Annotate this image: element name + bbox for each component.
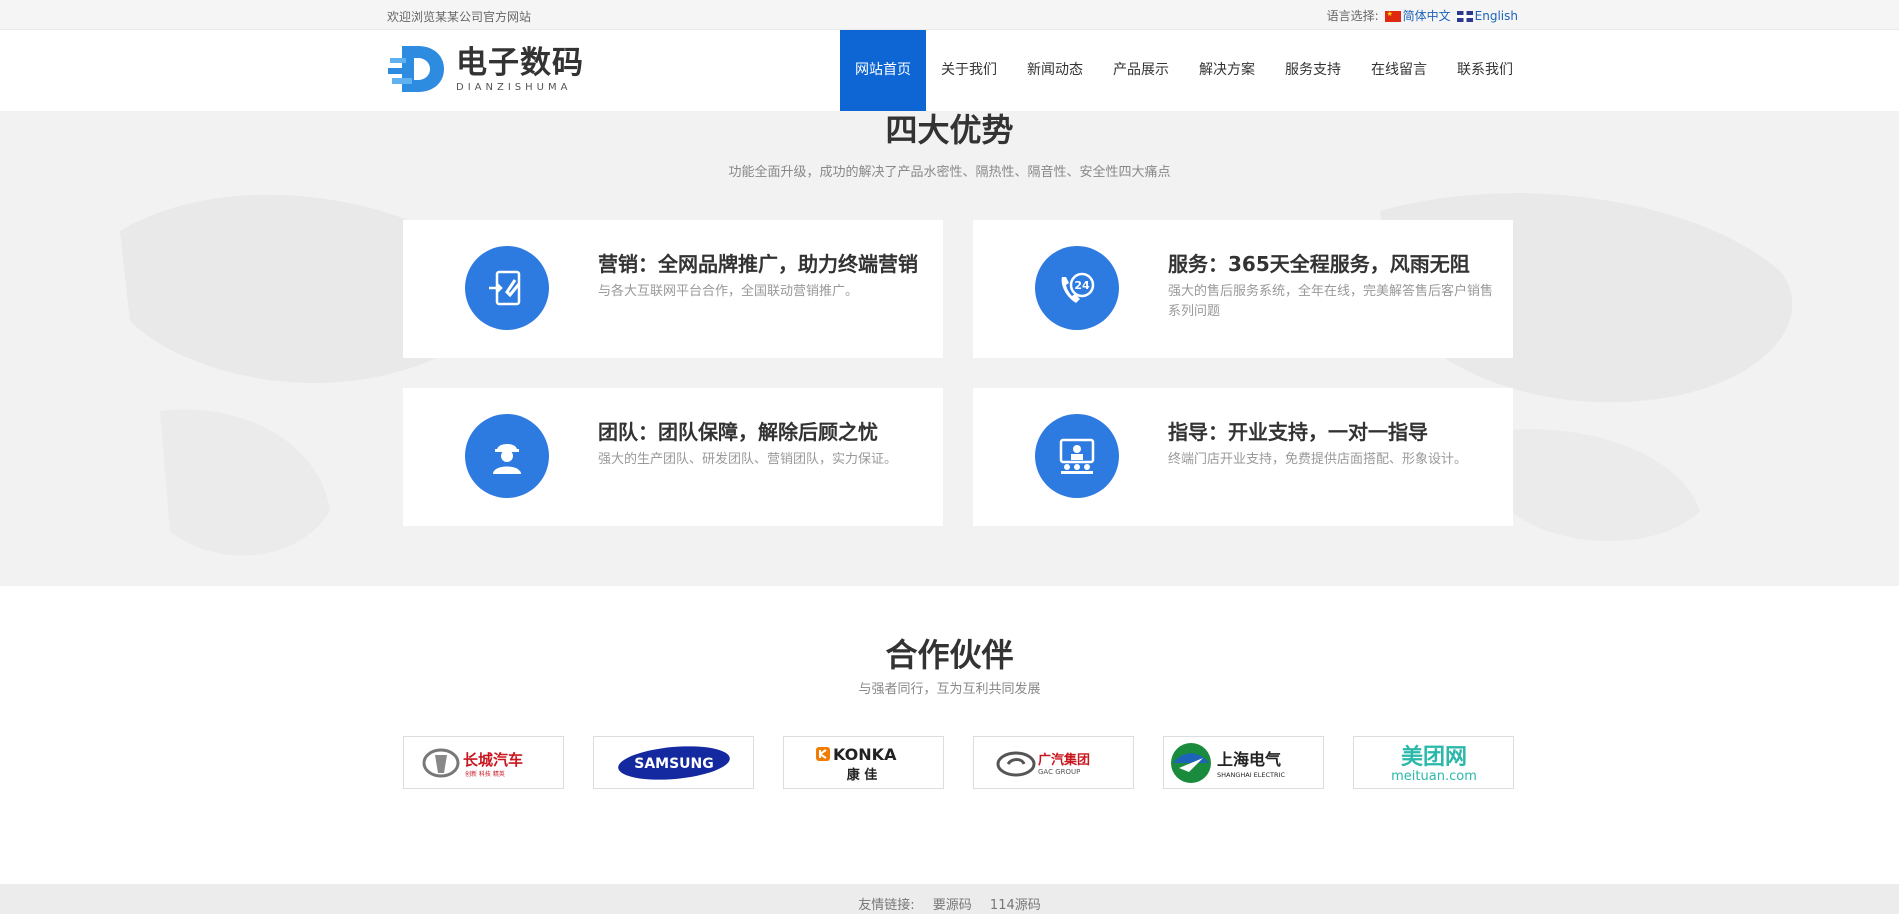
shanghai-electric-logo: 上海电气 SHANGHAI ELECTRIC (1170, 742, 1285, 783)
card-description: 终端门店开业支持，免费提供店面搭配、形象设计。 (1168, 452, 1468, 467)
svg-text:广汽集团: 广汽集团 (1038, 752, 1090, 768)
card-title: 团队：团队保障，解除后顾之忧 (598, 420, 878, 444)
card-description: 与各大互联网平台合作，全国联动营销推广。 (598, 284, 859, 299)
card-description: 强大的生产团队、研发团队、营销团队，实力保证。 (598, 452, 898, 467)
card-description: 强大的售后服务系统，全年在线，完美解答售后客户销售系列问题 (1168, 284, 1494, 319)
partners-title: 合作伙伴 (885, 636, 1014, 674)
language-label: 语言选择: (1326, 9, 1379, 23)
advantage-card-service: 24 服务：365天全程服务，风雨无阻 强大的售后服务系统，全年在线，完美解答售… (973, 220, 1513, 358)
uk-flag-icon (1456, 10, 1473, 22)
svg-text:康 佳: 康 佳 (846, 767, 877, 783)
friend-links-footer: 友情链接: 要源码 114源码 (0, 884, 1899, 914)
top-bar: 欢迎浏览某某公司官方网站 语言选择: 简体中文 English (0, 0, 1899, 30)
advantage-card-marketing: 营销：全网品牌推广，助力终端营销 与各大互联网平台合作，全国联动营销推广。 (403, 220, 943, 358)
nav-item-support[interactable]: 服务支持 (1270, 30, 1356, 111)
card-title: 服务：365天全程服务，风雨无阻 (1168, 252, 1470, 276)
wrench-door-icon (465, 246, 549, 330)
phone-24-icon: 24 (1035, 246, 1119, 330)
logo-chinese-text: 电子数码 (456, 44, 584, 81)
main-nav: 网站首页 关于我们 新闻动态 产品展示 解决方案 服务支持 在线留言 联系我们 (840, 30, 1528, 111)
lang-english-link[interactable]: English (1456, 8, 1518, 23)
nav-item-products[interactable]: 产品展示 (1098, 30, 1184, 111)
svg-text:GAC GROUP: GAC GROUP (1038, 768, 1080, 776)
site-logo[interactable]: 电子数码 DIANZISHUMA (388, 44, 584, 94)
svg-text:24: 24 (1074, 279, 1090, 292)
meituan-logo: 美团网 meituan.com (1391, 744, 1477, 784)
world-map-background (120, 193, 1793, 556)
partner-great-wall[interactable]: 长城汽车 创新 科技 精英 (403, 736, 564, 789)
welcome-text: 欢迎浏览某某公司官方网站 (387, 10, 532, 24)
partner-samsung[interactable]: SAMSUNG (593, 736, 754, 789)
svg-text:长城汽车: 长城汽车 (463, 751, 523, 769)
friend-link-2[interactable]: 114源码 (990, 898, 1041, 913)
partner-shanghai-electric[interactable]: 上海电气 SHANGHAI ELECTRIC (1163, 736, 1324, 789)
partners-subtitle: 与强者同行，互为互利共同发展 (858, 682, 1041, 697)
nav-item-about[interactable]: 关于我们 (926, 30, 1012, 111)
svg-text:上海电气: 上海电气 (1217, 750, 1281, 769)
site-header: 电子数码 DIANZISHUMA 网站首页 关于我们 新闻动态 产品展示 解决方… (0, 30, 1899, 111)
konka-logo: KONKA 康 佳 (815, 745, 897, 783)
logo-english-text: DIANZISHUMA (456, 81, 572, 93)
samsung-logo: SAMSUNG (617, 745, 730, 780)
language-selector: 语言选择: 简体中文 English (1327, 7, 1518, 24)
advantages-title: 四大优势 (885, 111, 1014, 149)
svg-text:创新 科技 精英: 创新 科技 精英 (465, 770, 505, 778)
worker-icon (465, 414, 549, 498)
presentation-icon (1035, 414, 1119, 498)
logo-d-icon (388, 44, 450, 94)
china-flag-icon (1384, 10, 1401, 22)
card-title: 营销：全网品牌推广，助力终端营销 (598, 252, 918, 276)
nav-item-message[interactable]: 在线留言 (1356, 30, 1442, 111)
svg-text:美团网: 美团网 (1400, 744, 1466, 770)
advantage-card-team: 团队：团队保障，解除后顾之忧 强大的生产团队、研发团队、营销团队，实力保证。 (403, 388, 943, 526)
partner-meituan[interactable]: 美团网 meituan.com (1353, 736, 1514, 789)
partner-konka[interactable]: KONKA 康 佳 (783, 736, 944, 789)
lang-chinese-link[interactable]: 简体中文 (1384, 7, 1451, 24)
friend-link-1[interactable]: 要源码 (933, 898, 972, 913)
card-title: 指导：开业支持，一对一指导 (1168, 420, 1428, 444)
great-wall-logo: 长城汽车 创新 科技 精英 (422, 748, 523, 778)
advantages-section: 四大优势 功能全面升级，成功的解决了产品水密性、隔热性、隔音性、安全性四大痛点 … (0, 111, 1899, 586)
partner-gac[interactable]: 广汽集团 GAC GROUP (973, 736, 1134, 789)
svg-text:SHANGHAI ELECTRIC: SHANGHAI ELECTRIC (1217, 771, 1285, 779)
lang-english-label: English (1474, 8, 1518, 23)
svg-text:SAMSUNG: SAMSUNG (634, 756, 714, 772)
nav-item-news[interactable]: 新闻动态 (1012, 30, 1098, 111)
svg-text:meituan.com: meituan.com (1391, 769, 1477, 784)
nav-item-contact[interactable]: 联系我们 (1442, 30, 1528, 111)
nav-item-solutions[interactable]: 解决方案 (1184, 30, 1270, 111)
gac-logo: 广汽集团 GAC GROUP (996, 751, 1090, 776)
friend-links-label: 友情链接: (858, 898, 915, 913)
nav-item-home[interactable]: 网站首页 (840, 30, 926, 111)
advantages-subtitle: 功能全面升级，成功的解决了产品水密性、隔热性、隔音性、安全性四大痛点 (728, 165, 1171, 180)
lang-chinese-label: 简体中文 (1402, 9, 1451, 23)
svg-text:KONKA: KONKA (833, 745, 897, 764)
advantage-card-guidance: 指导：开业支持，一对一指导 终端门店开业支持，免费提供店面搭配、形象设计。 (973, 388, 1513, 526)
